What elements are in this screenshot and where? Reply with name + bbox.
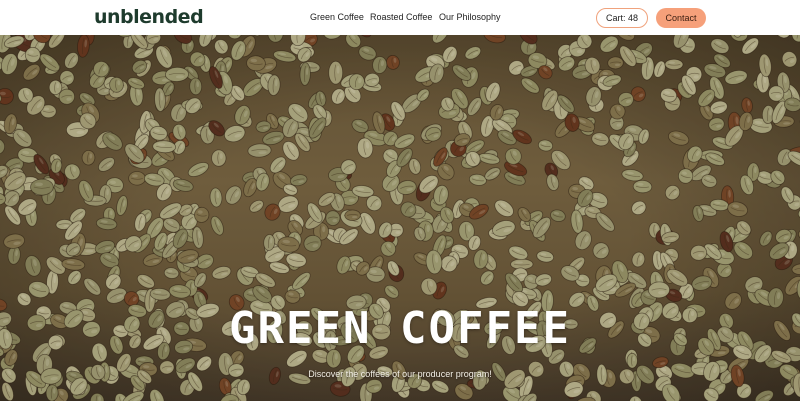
nav-green-coffee[interactable]: Green Coffee — [310, 12, 364, 22]
nav-our-philosophy[interactable]: Our Philosophy — [439, 12, 501, 22]
nav-roasted-coffee[interactable]: Roasted Coffee — [370, 12, 432, 22]
hero-title: GREEN COFFEE — [229, 303, 571, 354]
site-header: unblended Green Coffee Roasted Coffee Ou… — [0, 0, 800, 35]
cart-button-label: Cart: 48 — [605, 13, 638, 23]
hero-subtitle: Discover the coffees of our producer pro… — [308, 369, 492, 379]
contact-button-label: Contact — [665, 13, 697, 23]
contact-button[interactable]: Contact — [656, 8, 706, 28]
cart-button[interactable]: Cart: 48 — [596, 8, 648, 28]
hero-section: GREEN COFFEE Discover the coffees of our… — [0, 35, 800, 401]
site-logo[interactable]: unblended — [94, 6, 204, 28]
